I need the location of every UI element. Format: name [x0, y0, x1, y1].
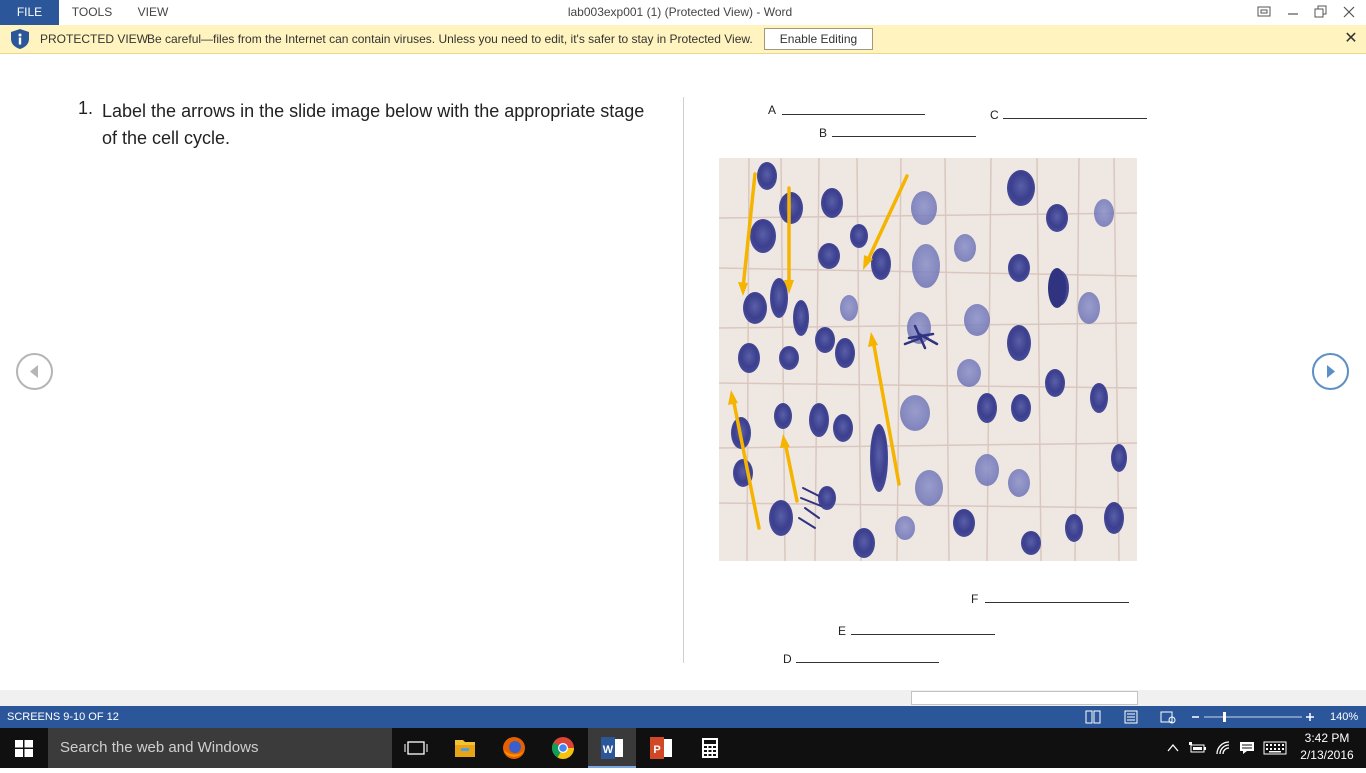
screen-count: SCREENS 9-10 OF 12 [7, 711, 119, 723]
calculator-icon [702, 738, 718, 758]
label-d: D [783, 652, 792, 666]
document-area: 1. Label the arrows in the slide image b… [0, 54, 1366, 690]
print-layout-icon[interactable] [1123, 710, 1139, 724]
taskbar: Search the web and Windows W P 3:42 PM 2… [0, 728, 1366, 768]
calculator-button[interactable] [686, 728, 734, 768]
clock-time: 3:42 PM [1304, 731, 1350, 745]
label-c: C [990, 108, 999, 122]
powerpoint-icon: P [650, 737, 672, 759]
tab-file[interactable]: FILE [0, 0, 59, 25]
scrollbar-thumb[interactable] [911, 691, 1138, 705]
task-view-icon [404, 741, 428, 755]
window-title: lab003exp001 (1) (Protected View) - Word [567, 5, 793, 19]
chrome-icon [552, 737, 574, 759]
chrome-button[interactable] [539, 728, 587, 768]
shield-info-icon [11, 29, 29, 49]
wifi-icon[interactable] [1215, 740, 1233, 756]
powerpoint-button[interactable]: P [637, 728, 685, 768]
chevron-left-icon [30, 365, 38, 378]
blank-d [796, 662, 939, 663]
protected-view-title: PROTECTED VIEW [40, 32, 149, 46]
label-a: A [768, 103, 777, 117]
restore-icon[interactable] [1254, 3, 1274, 21]
enable-editing-button[interactable]: Enable Editing [764, 28, 873, 50]
task-view-button[interactable] [392, 728, 440, 768]
status-bar: SCREENS 9-10 OF 12 140% [0, 706, 1366, 728]
keyboard-icon[interactable] [1263, 741, 1287, 755]
read-mode-icon[interactable] [1085, 710, 1101, 724]
label-b: B [819, 126, 828, 140]
svg-text:P: P [653, 744, 660, 756]
title-bar: FILE TOOLS VIEW lab003exp001 (1) (Protec… [0, 0, 1366, 25]
zoom-level[interactable]: 140% [1330, 706, 1358, 728]
question-text: Label the arrows in the slide image belo… [102, 101, 645, 148]
word-button[interactable]: W [588, 728, 636, 768]
notifications-icon[interactable] [1238, 740, 1256, 756]
tab-tools[interactable]: TOOLS [62, 0, 122, 25]
close-icon[interactable] [1339, 3, 1359, 21]
zoom-slider[interactable] [1190, 710, 1320, 724]
page-divider [683, 97, 684, 663]
label-e: E [838, 624, 847, 638]
start-icon[interactable] [15, 740, 33, 757]
blank-f [985, 602, 1129, 603]
word-icon: W [601, 737, 623, 759]
blank-a [782, 114, 925, 115]
protected-view-message: Be careful—files from the Internet can c… [147, 32, 753, 46]
next-screen-button[interactable] [1312, 353, 1349, 390]
blank-b [832, 136, 976, 137]
clock-date: 2/13/2016 [1300, 748, 1354, 762]
cell-cycle-micrograph [719, 158, 1137, 561]
chevron-up-icon[interactable] [1166, 741, 1180, 755]
firefox-button[interactable] [490, 728, 538, 768]
web-layout-icon[interactable] [1160, 710, 1176, 724]
blank-e [851, 634, 995, 635]
file-explorer-icon [455, 740, 475, 757]
chevron-right-icon [1327, 365, 1335, 378]
svg-text:W: W [603, 744, 614, 756]
file-explorer-button[interactable] [441, 728, 489, 768]
maximize-icon[interactable] [1311, 3, 1331, 21]
minimize-icon[interactable] [1283, 3, 1303, 21]
blank-c [1003, 118, 1147, 119]
tab-view[interactable]: VIEW [127, 0, 179, 25]
search-input[interactable]: Search the web and Windows [48, 728, 392, 768]
question-number: 1. [78, 98, 94, 118]
previous-screen-button[interactable] [16, 353, 53, 390]
label-f: F [971, 592, 979, 606]
battery-icon[interactable] [1188, 741, 1208, 755]
protected-view-bar: PROTECTED VIEW Be careful—files from the… [0, 25, 1366, 54]
clock[interactable]: 3:42 PM 2/13/2016 [1296, 730, 1358, 764]
horizontal-scrollbar[interactable] [0, 690, 1366, 706]
firefox-icon [503, 737, 525, 759]
close-protected-bar-button[interactable]: ✕ [1342, 29, 1360, 49]
